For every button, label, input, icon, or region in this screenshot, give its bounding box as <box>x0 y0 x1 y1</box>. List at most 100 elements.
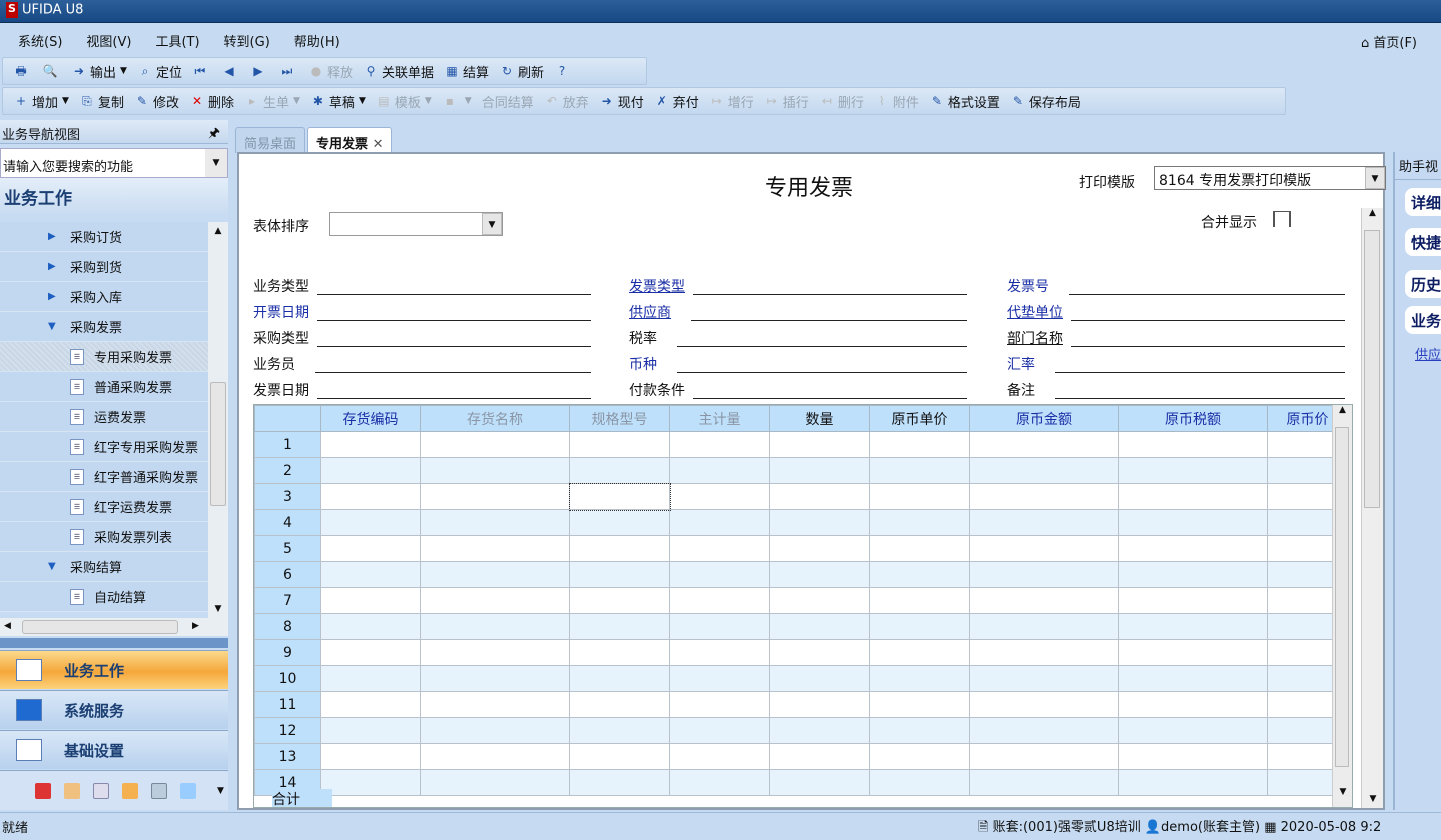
assistant-detail-button[interactable]: 详细 <box>1405 188 1441 216</box>
table-cell[interactable] <box>1118 561 1268 588</box>
form-vertical-scrollbar[interactable]: ▲ ▼ <box>1361 208 1383 808</box>
table-cell[interactable] <box>869 639 970 666</box>
table-cell[interactable] <box>1118 665 1268 692</box>
column-header[interactable]: 原币税额 <box>1118 405 1268 432</box>
table-cell[interactable] <box>569 665 670 692</box>
grid-vertical-scrollbar[interactable]: ▲ ▼ <box>1332 405 1352 807</box>
field-input[interactable] <box>677 346 967 347</box>
table-cell[interactable] <box>320 613 421 640</box>
toolbar-button-help[interactable]: ? <box>554 63 573 79</box>
chevron-down-icon[interactable]: ▼ <box>482 213 502 235</box>
field-input[interactable] <box>317 294 591 295</box>
toolbar-button-release[interactable]: ● 释放 <box>308 62 353 81</box>
table-cell[interactable] <box>669 431 770 458</box>
shortcut-icon[interactable] <box>151 782 167 799</box>
shortcut-icon[interactable] <box>122 782 138 799</box>
table-cell[interactable] <box>569 561 670 588</box>
table-cell[interactable] <box>769 587 870 614</box>
table-cell[interactable] <box>320 769 421 796</box>
table-cell[interactable] <box>969 613 1119 640</box>
column-header[interactable]: 规格型号 <box>569 405 670 432</box>
assistant-shortcut-button[interactable]: 快捷 <box>1405 228 1441 256</box>
column-header[interactable]: 存货名称 <box>420 405 570 432</box>
menu-tools[interactable]: 工具(T) <box>155 31 199 50</box>
toolbar-button-delete[interactable]: ✕ 删除 <box>189 92 234 111</box>
table-cell[interactable] <box>1118 743 1268 770</box>
table-cell[interactable] <box>969 561 1119 588</box>
table-cell[interactable] <box>569 691 670 718</box>
table-cell[interactable] <box>869 457 970 484</box>
table-cell[interactable] <box>320 665 421 692</box>
field-input[interactable] <box>691 320 967 321</box>
nav-button-business[interactable]: 业务工作 <box>0 650 228 689</box>
nav-tree-item[interactable]: ☰ 采购发票列表 <box>0 522 208 552</box>
nav-tree-item[interactable]: ▶ 采购订货 <box>0 222 208 252</box>
table-cell[interactable] <box>969 483 1119 510</box>
table-cell[interactable] <box>969 639 1119 666</box>
field-label[interactable]: 发票类型 <box>629 276 685 296</box>
row-number[interactable]: 10 <box>254 665 321 692</box>
table-cell[interactable] <box>320 457 421 484</box>
table-cell[interactable] <box>320 717 421 744</box>
table-cell[interactable] <box>669 613 770 640</box>
toolbar-button-last[interactable]: ⏭ <box>279 63 298 79</box>
table-cell[interactable] <box>420 665 570 692</box>
table-cell[interactable] <box>769 691 870 718</box>
table-cell[interactable] <box>769 769 870 796</box>
row-number[interactable]: 6 <box>254 561 321 588</box>
shortcut-icon[interactable] <box>35 782 51 799</box>
table-cell[interactable] <box>1118 535 1268 562</box>
table-cell[interactable] <box>969 509 1119 536</box>
table-cell[interactable] <box>769 639 870 666</box>
table-cell[interactable] <box>969 717 1119 744</box>
row-number[interactable]: 12 <box>254 717 321 744</box>
table-cell[interactable] <box>969 691 1119 718</box>
table-cell[interactable] <box>420 431 570 458</box>
toolbar-button-prev[interactable]: ◀ <box>221 63 240 79</box>
table-cell[interactable] <box>1118 509 1268 536</box>
table-cell[interactable] <box>420 535 570 562</box>
table-cell[interactable] <box>420 561 570 588</box>
table-cell[interactable] <box>320 561 421 588</box>
table-cell[interactable] <box>869 483 970 510</box>
table-cell[interactable] <box>669 535 770 562</box>
table-cell[interactable] <box>569 639 670 666</box>
chevron-down-icon[interactable]: ▼ <box>425 96 432 106</box>
table-cell[interactable] <box>320 691 421 718</box>
table-cell[interactable] <box>1118 613 1268 640</box>
nav-tree-item[interactable]: ▼ 采购结算 <box>0 552 208 582</box>
table-cell[interactable] <box>769 509 870 536</box>
toolbar-button-edit[interactable]: ✎ 修改 <box>134 92 179 111</box>
table-cell[interactable] <box>420 483 570 510</box>
chevron-down-icon[interactable]: ▼ <box>293 96 300 106</box>
table-cell[interactable] <box>769 665 870 692</box>
table-cell[interactable] <box>869 509 970 536</box>
table-cell[interactable] <box>969 457 1119 484</box>
table-cell[interactable] <box>420 639 570 666</box>
table-cell[interactable] <box>769 613 870 640</box>
toolbar-button-first[interactable]: ⏮ <box>192 63 211 79</box>
table-cell[interactable] <box>320 431 421 458</box>
nav-vertical-scrollbar[interactable]: ▲ ▼ <box>208 222 228 618</box>
toolbar-button-abandon[interactable]: ↶ 放弃 <box>544 92 589 111</box>
table-cell[interactable] <box>669 743 770 770</box>
nav-tree-item[interactable]: ☰ 运费发票 <box>0 402 208 432</box>
toolbar-button-cancel-pay[interactable]: ✗ 弃付 <box>654 92 699 111</box>
pin-icon[interactable]: 🖈 <box>208 124 220 146</box>
menu-help[interactable]: 帮助(H) <box>294 31 340 50</box>
table-cell[interactable] <box>669 483 770 510</box>
table-cell[interactable] <box>569 613 670 640</box>
column-header[interactable]: 主计量 <box>669 405 770 432</box>
chevron-down-icon[interactable]: ▼ <box>205 149 227 177</box>
row-number[interactable]: 13 <box>254 743 321 770</box>
table-cell[interactable] <box>420 587 570 614</box>
nav-tree-item[interactable]: ▶ 采购入库 <box>0 282 208 312</box>
field-input[interactable] <box>317 346 591 347</box>
toolbar-button-draft[interactable]: ✱ 草稿 ▼ <box>310 92 366 111</box>
table-cell[interactable] <box>320 535 421 562</box>
nav-tree-item[interactable]: ☰ 普通采购发票 <box>0 372 208 402</box>
menu-view[interactable]: 视图(V) <box>86 31 131 50</box>
toolbar-button-add-row[interactable]: ↦ 增行 <box>709 92 754 111</box>
chevron-down-icon[interactable]: ▼ <box>359 96 366 106</box>
nav-tree-item[interactable]: ☰ 红字专用采购发票 <box>0 432 208 462</box>
